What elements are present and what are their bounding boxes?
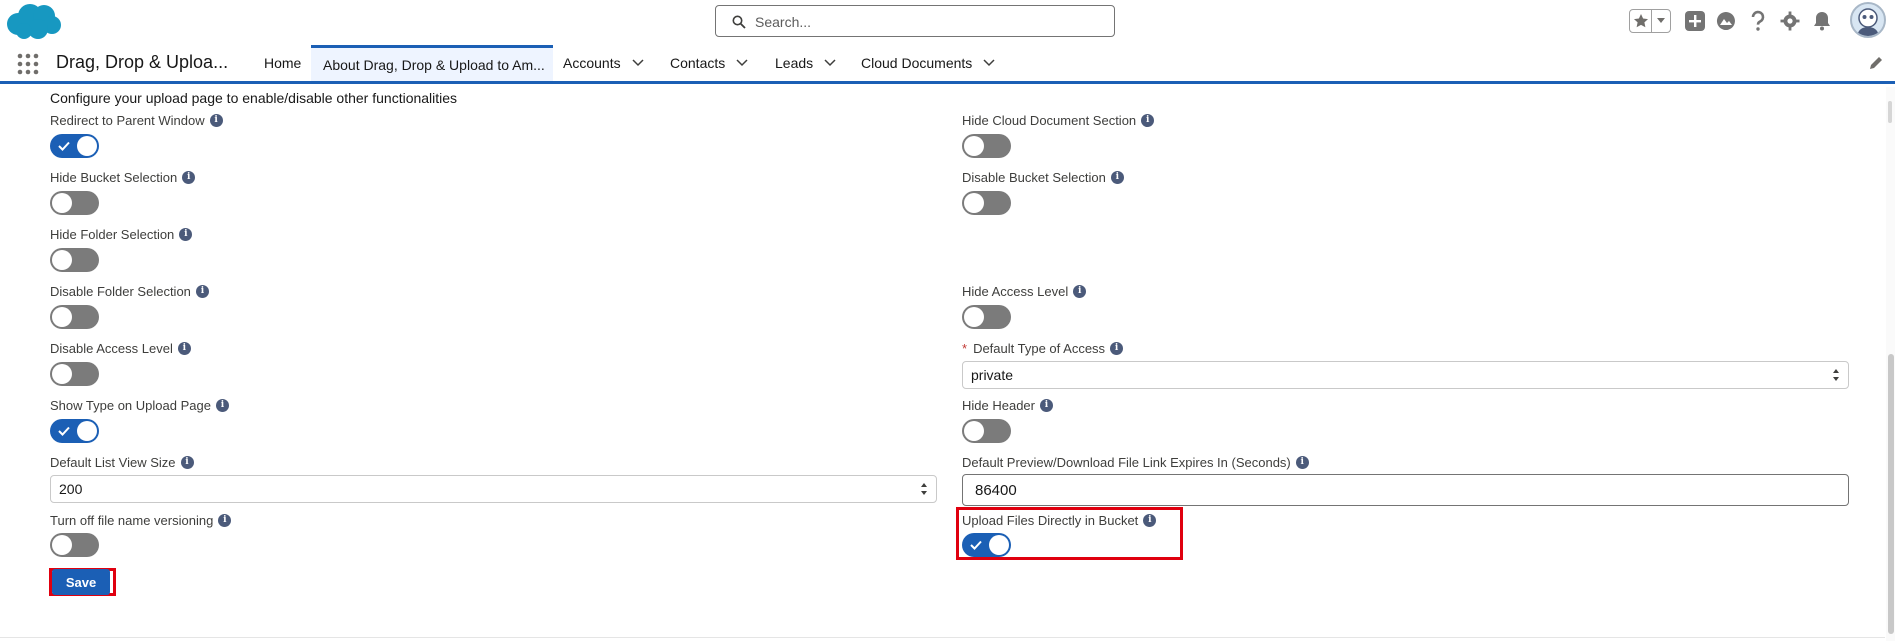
hide-bucket-toggle[interactable] xyxy=(50,191,99,215)
global-search-input[interactable]: Search... xyxy=(715,5,1115,37)
list-view-size-label: Default List View Size i xyxy=(50,455,194,470)
hide-folder-toggle[interactable] xyxy=(50,248,99,272)
favorites-star-icon[interactable] xyxy=(1630,10,1651,32)
info-icon[interactable]: i xyxy=(1110,171,1124,184)
tab-label: About Drag, Drop & Upload to Am... xyxy=(323,56,545,73)
hide-cloud-doc-toggle[interactable] xyxy=(962,134,1011,158)
save-button[interactable]: Save xyxy=(52,569,110,595)
disable-folder-label: Disable Folder Selection i xyxy=(50,284,209,299)
chevron-down-icon[interactable] xyxy=(733,54,751,72)
info-icon[interactable]: i xyxy=(177,342,191,355)
info-icon[interactable]: i xyxy=(1141,114,1155,127)
chevron-down-icon[interactable] xyxy=(1652,17,1670,25)
info-icon[interactable]: i xyxy=(182,171,196,184)
tab-cloud-documents[interactable]: Cloud Documents xyxy=(861,45,1001,81)
tab-leads[interactable]: Leads xyxy=(775,45,845,81)
search-icon xyxy=(732,15,746,29)
disable-access-label: Disable Access Level i xyxy=(50,341,191,356)
check-icon xyxy=(970,540,982,550)
disable-access-toggle[interactable] xyxy=(50,362,99,386)
default-access-select[interactable]: private xyxy=(962,361,1849,389)
disable-folder-toggle[interactable] xyxy=(50,305,99,329)
chevron-down-icon[interactable] xyxy=(980,54,998,72)
setup-gear-icon[interactable] xyxy=(1778,9,1802,33)
tab-contacts[interactable]: Contacts xyxy=(670,45,758,81)
info-icon[interactable]: i xyxy=(1295,456,1309,469)
info-icon[interactable]: i xyxy=(179,228,193,241)
search-placeholder: Search... xyxy=(755,14,812,30)
form-intro-text: Configure your upload page to enable/dis… xyxy=(50,90,458,106)
tab-label: Leads xyxy=(775,55,814,71)
redirect-parent-toggle[interactable] xyxy=(50,134,99,158)
app-name: Drag, Drop & Uploa... xyxy=(56,52,229,72)
tab-label: Home xyxy=(264,55,302,71)
show-type-toggle[interactable] xyxy=(50,419,99,443)
trailhead-icon[interactable] xyxy=(1714,9,1738,33)
add-icon[interactable] xyxy=(1683,9,1707,33)
check-icon xyxy=(58,426,70,436)
select-value: private xyxy=(971,367,1014,383)
info-icon[interactable]: i xyxy=(1040,399,1053,412)
info-icon[interactable]: i xyxy=(1143,514,1157,527)
disable-bucket-label: Disable Bucket Selection i xyxy=(962,170,1124,185)
help-icon[interactable] xyxy=(1746,9,1770,33)
favorites-button[interactable] xyxy=(1629,9,1671,33)
select-arrows-icon xyxy=(1833,369,1839,381)
info-icon[interactable]: i xyxy=(218,514,232,527)
tab-home[interactable]: Home xyxy=(262,45,312,81)
list-view-size-select[interactable]: 200 xyxy=(50,475,937,503)
global-header: Search... xyxy=(0,0,1895,45)
chevron-down-icon[interactable] xyxy=(821,54,839,72)
versioning-toggle[interactable] xyxy=(50,533,99,557)
info-icon[interactable]: i xyxy=(1073,285,1087,298)
info-icon[interactable]: i xyxy=(209,114,223,127)
info-icon[interactable]: i xyxy=(1110,342,1124,355)
hide-header-label: Hide Header i xyxy=(962,398,1053,413)
tab-accounts[interactable]: Accounts xyxy=(563,45,661,81)
select-value: 200 xyxy=(59,481,83,497)
edit-nav-pencil-icon[interactable] xyxy=(1868,55,1884,71)
hide-bucket-label: Hide Bucket Selection i xyxy=(50,170,196,185)
hide-cloud-doc-label: Hide Cloud Document Section i xyxy=(962,113,1155,128)
default-access-label: * Default Type of Access i xyxy=(962,341,1124,356)
versioning-label: Turn off file name versioning i xyxy=(50,513,232,528)
redirect-parent-label: Redirect to Parent Window i xyxy=(50,113,223,128)
app-navigation-bar: Drag, Drop & Uploa... Home About Drag, D… xyxy=(0,45,1895,84)
info-icon[interactable]: i xyxy=(180,456,194,469)
info-icon[interactable]: i xyxy=(195,285,209,298)
hide-folder-label: Hide Folder Selection i xyxy=(50,227,193,242)
disable-bucket-toggle[interactable] xyxy=(962,191,1011,215)
required-mark: * xyxy=(962,341,968,356)
tab-about[interactable]: About Drag, Drop & Upload to Am... xyxy=(311,45,553,81)
select-arrows-icon xyxy=(921,483,927,495)
upload-direct-label: Upload Files Directly in Bucket i xyxy=(962,513,1157,528)
link-expires-label: Default Preview/Download File Link Expir… xyxy=(962,455,1309,470)
input-value: 86400 xyxy=(975,482,1017,499)
scrollbar-thumb[interactable] xyxy=(1888,354,1894,634)
upload-direct-toggle[interactable] xyxy=(962,533,1011,557)
show-type-label: Show Type on Upload Page i xyxy=(50,398,229,413)
check-icon xyxy=(58,141,70,151)
hide-access-label: Hide Access Level i xyxy=(962,284,1087,299)
tab-label: Accounts xyxy=(563,55,621,71)
chevron-down-icon[interactable] xyxy=(629,54,647,72)
tab-label: Contacts xyxy=(670,55,726,71)
info-icon[interactable]: i xyxy=(215,399,229,412)
user-avatar[interactable] xyxy=(1850,2,1886,38)
app-launcher-icon[interactable] xyxy=(17,53,39,75)
tab-label: Cloud Documents xyxy=(861,55,973,71)
hide-access-toggle[interactable] xyxy=(962,305,1011,329)
salesforce-cloud-logo[interactable] xyxy=(4,2,62,42)
upload-config-form: Configure your upload page to enable/dis… xyxy=(0,87,1895,641)
hide-header-toggle[interactable] xyxy=(962,419,1011,443)
link-expires-input[interactable]: 86400 xyxy=(962,474,1849,506)
notification-bell-icon[interactable] xyxy=(1810,9,1834,33)
